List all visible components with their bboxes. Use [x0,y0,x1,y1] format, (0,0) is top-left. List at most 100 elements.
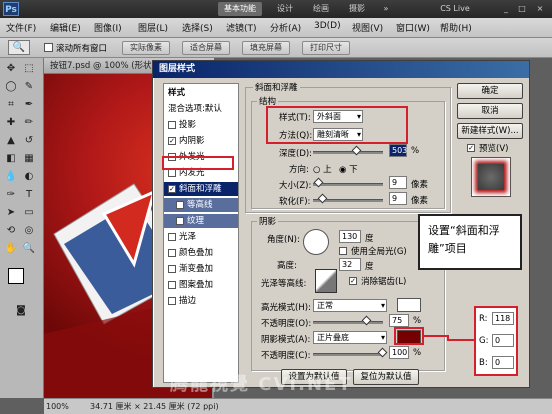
minimize-button[interactable]: _ [498,2,514,16]
pen-tool-icon[interactable]: ✑ [4,188,18,202]
angle-input[interactable]: 130 [339,230,361,243]
highlight-mode-dropdown[interactable]: 正常 [313,299,387,312]
path-select-icon[interactable]: ➤ [4,206,18,220]
highlight-opacity-slider[interactable] [313,321,383,324]
actual-pixels-button[interactable]: 实际像素 [122,41,170,55]
fill-screen-button[interactable]: 填充屏幕 [242,41,290,55]
history-brush-icon[interactable]: ↺ [22,134,36,148]
size-slider[interactable] [313,183,383,186]
menu-window[interactable]: 窗口(W) [396,21,430,34]
ok-button[interactable]: 确定 [457,83,523,99]
style-item-drop-shadow[interactable]: 投影 [164,118,238,132]
blend-options-item[interactable]: 混合选项:默认 [164,102,238,116]
workspace-more-icon[interactable]: » [378,2,394,16]
new-style-button[interactable]: 新建样式(W)... [457,123,523,139]
workspace-paint[interactable]: 绘画 [306,2,336,16]
menu-view[interactable]: 视图(V) [352,21,383,34]
type-tool-icon[interactable]: T [22,188,36,202]
shape-tool-icon[interactable]: ▭ [22,206,36,220]
style-item-color-overlay[interactable]: 颜色叠加 [164,246,238,260]
altitude-input[interactable]: 32 [339,258,361,271]
soften-input[interactable]: 9 [389,192,407,205]
zoom-tool-icon[interactable]: 🔍 [8,40,30,55]
crop-tool-icon[interactable]: ⌗ [4,98,18,112]
highlight-opacity-input[interactable]: 75 [389,314,409,327]
scroll-all-checkbox[interactable] [44,43,53,52]
cs-live-button[interactable]: CS Live [430,2,480,16]
rgb-g-input[interactable]: 0 [492,334,514,347]
maximize-button[interactable]: □ [514,2,530,16]
cancel-button[interactable]: 取消 [457,103,523,119]
quick-select-icon[interactable]: ✎ [22,80,36,94]
workspace-basic[interactable]: 基本功能 [218,2,262,16]
preview-checkbox[interactable]: ✓ [467,144,475,152]
quick-mask-icon[interactable]: ◙ [14,304,28,318]
shadow-opacity-input[interactable]: 100 [389,346,409,359]
style-item-inner-shadow[interactable]: ✓ 内阴影 [164,134,238,148]
workspace-photo[interactable]: 摄影 [342,2,372,16]
checkbox[interactable] [168,264,176,273]
style-item-bevel-emboss[interactable]: ✓ 斜面和浮雕 [164,182,238,196]
checkbox[interactable] [176,200,184,209]
style-item-contour[interactable]: 等高线 [164,198,238,212]
menu-filter[interactable]: 滤镜(T) [226,21,257,34]
shadow-opacity-slider[interactable] [313,353,383,356]
blur-tool-icon[interactable]: 💧 [4,170,18,184]
zoom-level[interactable]: 100% [46,399,69,414]
print-size-button[interactable]: 打印尺寸 [302,41,350,55]
style-item-pattern-overlay[interactable]: 图案叠加 [164,278,238,292]
checkbox[interactable] [176,216,184,225]
marquee-tool-icon[interactable]: ⬚ [22,62,36,76]
direction-down-radio[interactable]: ◉ 下 [339,163,358,175]
3d-orbit-icon[interactable]: ◎ [22,224,36,238]
angle-dial[interactable] [303,229,329,255]
style-item-stroke[interactable]: 描边 [164,294,238,308]
zoom-tool-icon[interactable]: 🔍 [22,242,36,256]
style-item-gradient-overlay[interactable]: 渐变叠加 [164,262,238,276]
global-light-checkbox[interactable] [339,247,347,255]
3d-rotate-icon[interactable]: ⟲ [4,224,18,238]
depth-input[interactable]: 503 [389,144,407,157]
gloss-contour-picker[interactable] [315,269,337,293]
checkbox[interactable] [168,248,176,257]
close-button[interactable]: × [532,2,548,16]
dodge-tool-icon[interactable]: ◐ [22,170,36,184]
menu-select[interactable]: 选择(S) [182,21,213,34]
menu-3d[interactable]: 3D(D) [314,21,341,31]
menu-layer[interactable]: 图层(L) [138,21,168,34]
style-item-texture[interactable]: 纹理 [164,214,238,228]
healing-tool-icon[interactable]: ✚ [4,116,18,130]
checkbox[interactable] [168,280,176,289]
anti-alias-checkbox[interactable]: ✓ [349,277,357,285]
style-item-satin[interactable]: 光泽 [164,230,238,244]
checkbox[interactable] [168,296,176,305]
checkbox[interactable]: ✓ [168,136,176,145]
eyedropper-tool-icon[interactable]: ✒ [22,98,36,112]
stamp-tool-icon[interactable]: ▲ [4,134,18,148]
move-tool-icon[interactable]: ✥ [4,62,18,76]
hand-tool-icon[interactable]: ✋ [4,242,18,256]
brush-tool-icon[interactable]: ✏ [22,116,36,130]
lasso-tool-icon[interactable]: ◯ [4,80,18,94]
foreground-color-swatch[interactable] [8,268,24,284]
size-input[interactable]: 9 [389,176,407,189]
workspace-design[interactable]: 设计 [270,2,300,16]
depth-slider[interactable] [313,151,383,154]
highlight-color-swatch[interactable] [397,298,421,312]
checkbox[interactable] [168,232,176,241]
rgb-r-input[interactable]: 118 [492,312,514,325]
shadow-mode-dropdown[interactable]: 正片叠底 [313,331,387,344]
menu-edit[interactable]: 编辑(E) [50,21,81,34]
fit-screen-button[interactable]: 适合屏幕 [182,41,230,55]
checkbox[interactable]: ✓ [168,184,176,193]
menu-file[interactable]: 文件(F) [6,21,36,34]
direction-up-radio[interactable]: ○ 上 [313,163,332,175]
menu-analysis[interactable]: 分析(A) [270,21,301,34]
styles-header[interactable]: 样式 [164,86,238,100]
menu-image[interactable]: 图像(I) [94,21,122,34]
checkbox[interactable] [168,120,176,129]
menu-help[interactable]: 帮助(H) [440,21,472,34]
reset-default-button[interactable]: 复位为默认值 [353,369,419,385]
rgb-b-input[interactable]: 0 [492,356,514,369]
eraser-tool-icon[interactable]: ◧ [4,152,18,166]
